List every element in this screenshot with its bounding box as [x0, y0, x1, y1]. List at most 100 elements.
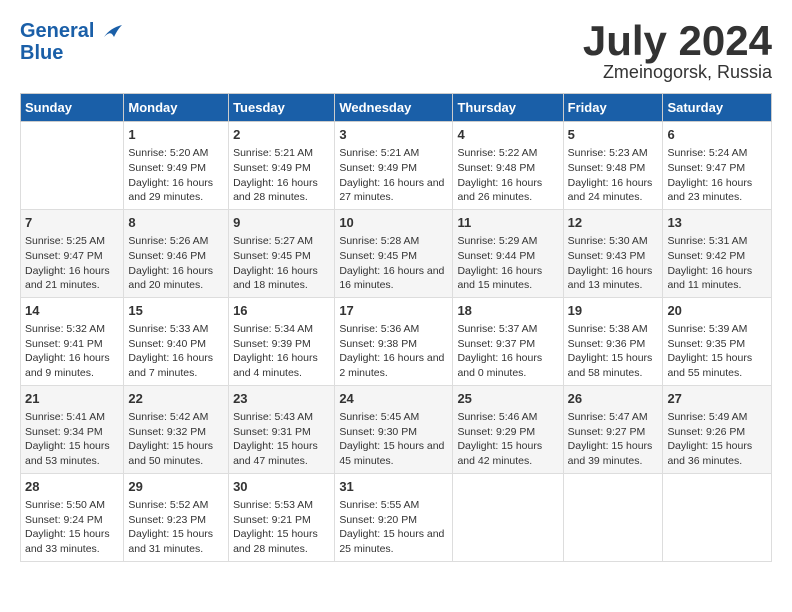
calendar-day-cell: 1 Sunrise: 5:20 AMSunset: 9:49 PMDayligh… [124, 122, 229, 210]
day-number: 10 [339, 214, 448, 232]
calendar-day-cell: 15 Sunrise: 5:33 AMSunset: 9:40 PMDaylig… [124, 297, 229, 385]
header-cell: Monday [124, 94, 229, 122]
day-info: Sunrise: 5:26 AMSunset: 9:46 PMDaylight:… [128, 234, 224, 293]
day-number: 5 [568, 126, 659, 144]
day-number: 27 [667, 390, 767, 408]
day-info: Sunrise: 5:24 AMSunset: 9:47 PMDaylight:… [667, 146, 767, 205]
day-number: 17 [339, 302, 448, 320]
day-number: 13 [667, 214, 767, 232]
day-number: 30 [233, 478, 330, 496]
day-number: 28 [25, 478, 119, 496]
day-info: Sunrise: 5:43 AMSunset: 9:31 PMDaylight:… [233, 410, 330, 469]
day-number: 23 [233, 390, 330, 408]
day-number: 11 [457, 214, 558, 232]
day-number: 4 [457, 126, 558, 144]
day-number: 31 [339, 478, 448, 496]
day-number: 6 [667, 126, 767, 144]
logo-subtext: Blue [20, 42, 124, 64]
header-cell: Saturday [663, 94, 772, 122]
page-header: General Blue July 2024 Zmeinogorsk, Russ… [20, 20, 772, 83]
day-info: Sunrise: 5:28 AMSunset: 9:45 PMDaylight:… [339, 234, 448, 293]
day-info: Sunrise: 5:31 AMSunset: 9:42 PMDaylight:… [667, 234, 767, 293]
calendar-day-cell [21, 122, 124, 210]
day-info: Sunrise: 5:55 AMSunset: 9:20 PMDaylight:… [339, 498, 448, 557]
location-title: Zmeinogorsk, Russia [583, 62, 772, 83]
day-info: Sunrise: 5:25 AMSunset: 9:47 PMDaylight:… [25, 234, 119, 293]
day-info: Sunrise: 5:36 AMSunset: 9:38 PMDaylight:… [339, 322, 448, 381]
calendar-day-cell: 4 Sunrise: 5:22 AMSunset: 9:48 PMDayligh… [453, 122, 563, 210]
day-number: 14 [25, 302, 119, 320]
calendar-day-cell: 23 Sunrise: 5:43 AMSunset: 9:31 PMDaylig… [229, 385, 335, 473]
day-info: Sunrise: 5:39 AMSunset: 9:35 PMDaylight:… [667, 322, 767, 381]
header-cell: Friday [563, 94, 663, 122]
calendar-day-cell: 9 Sunrise: 5:27 AMSunset: 9:45 PMDayligh… [229, 209, 335, 297]
day-number: 20 [667, 302, 767, 320]
calendar-day-cell: 2 Sunrise: 5:21 AMSunset: 9:49 PMDayligh… [229, 122, 335, 210]
day-info: Sunrise: 5:23 AMSunset: 9:48 PMDaylight:… [568, 146, 659, 205]
day-number: 18 [457, 302, 558, 320]
day-number: 8 [128, 214, 224, 232]
calendar-day-cell: 19 Sunrise: 5:38 AMSunset: 9:36 PMDaylig… [563, 297, 663, 385]
calendar-day-cell: 14 Sunrise: 5:32 AMSunset: 9:41 PMDaylig… [21, 297, 124, 385]
day-info: Sunrise: 5:38 AMSunset: 9:36 PMDaylight:… [568, 322, 659, 381]
calendar-day-cell: 13 Sunrise: 5:31 AMSunset: 9:42 PMDaylig… [663, 209, 772, 297]
calendar-week-row: 21 Sunrise: 5:41 AMSunset: 9:34 PMDaylig… [21, 385, 772, 473]
day-number: 1 [128, 126, 224, 144]
header-row: SundayMondayTuesdayWednesdayThursdayFrid… [21, 94, 772, 122]
calendar-day-cell: 20 Sunrise: 5:39 AMSunset: 9:35 PMDaylig… [663, 297, 772, 385]
calendar-week-row: 7 Sunrise: 5:25 AMSunset: 9:47 PMDayligh… [21, 209, 772, 297]
calendar-day-cell [453, 473, 563, 561]
day-info: Sunrise: 5:49 AMSunset: 9:26 PMDaylight:… [667, 410, 767, 469]
calendar-day-cell: 6 Sunrise: 5:24 AMSunset: 9:47 PMDayligh… [663, 122, 772, 210]
day-number: 24 [339, 390, 448, 408]
day-info: Sunrise: 5:20 AMSunset: 9:49 PMDaylight:… [128, 146, 224, 205]
day-info: Sunrise: 5:22 AMSunset: 9:48 PMDaylight:… [457, 146, 558, 205]
calendar-day-cell: 17 Sunrise: 5:36 AMSunset: 9:38 PMDaylig… [335, 297, 453, 385]
day-number: 7 [25, 214, 119, 232]
calendar-week-row: 1 Sunrise: 5:20 AMSunset: 9:49 PMDayligh… [21, 122, 772, 210]
calendar-week-row: 14 Sunrise: 5:32 AMSunset: 9:41 PMDaylig… [21, 297, 772, 385]
day-number: 2 [233, 126, 330, 144]
calendar-day-cell: 11 Sunrise: 5:29 AMSunset: 9:44 PMDaylig… [453, 209, 563, 297]
calendar-day-cell: 27 Sunrise: 5:49 AMSunset: 9:26 PMDaylig… [663, 385, 772, 473]
calendar-day-cell: 25 Sunrise: 5:46 AMSunset: 9:29 PMDaylig… [453, 385, 563, 473]
day-info: Sunrise: 5:21 AMSunset: 9:49 PMDaylight:… [233, 146, 330, 205]
day-number: 12 [568, 214, 659, 232]
day-info: Sunrise: 5:27 AMSunset: 9:45 PMDaylight:… [233, 234, 330, 293]
day-number: 21 [25, 390, 119, 408]
header-cell: Tuesday [229, 94, 335, 122]
calendar-day-cell: 8 Sunrise: 5:26 AMSunset: 9:46 PMDayligh… [124, 209, 229, 297]
calendar-week-row: 28 Sunrise: 5:50 AMSunset: 9:24 PMDaylig… [21, 473, 772, 561]
day-number: 15 [128, 302, 224, 320]
calendar-day-cell: 18 Sunrise: 5:37 AMSunset: 9:37 PMDaylig… [453, 297, 563, 385]
day-number: 22 [128, 390, 224, 408]
day-info: Sunrise: 5:45 AMSunset: 9:30 PMDaylight:… [339, 410, 448, 469]
day-number: 16 [233, 302, 330, 320]
day-number: 3 [339, 126, 448, 144]
header-cell: Wednesday [335, 94, 453, 122]
day-info: Sunrise: 5:21 AMSunset: 9:49 PMDaylight:… [339, 146, 448, 205]
month-title: July 2024 [583, 20, 772, 62]
day-info: Sunrise: 5:42 AMSunset: 9:32 PMDaylight:… [128, 410, 224, 469]
calendar-day-cell: 30 Sunrise: 5:53 AMSunset: 9:21 PMDaylig… [229, 473, 335, 561]
day-info: Sunrise: 5:32 AMSunset: 9:41 PMDaylight:… [25, 322, 119, 381]
calendar-day-cell: 7 Sunrise: 5:25 AMSunset: 9:47 PMDayligh… [21, 209, 124, 297]
day-info: Sunrise: 5:53 AMSunset: 9:21 PMDaylight:… [233, 498, 330, 557]
calendar-header: SundayMondayTuesdayWednesdayThursdayFrid… [21, 94, 772, 122]
calendar-day-cell [663, 473, 772, 561]
day-info: Sunrise: 5:41 AMSunset: 9:34 PMDaylight:… [25, 410, 119, 469]
header-cell: Sunday [21, 94, 124, 122]
calendar-day-cell: 29 Sunrise: 5:52 AMSunset: 9:23 PMDaylig… [124, 473, 229, 561]
day-info: Sunrise: 5:33 AMSunset: 9:40 PMDaylight:… [128, 322, 224, 381]
day-info: Sunrise: 5:50 AMSunset: 9:24 PMDaylight:… [25, 498, 119, 557]
day-number: 29 [128, 478, 224, 496]
title-section: July 2024 Zmeinogorsk, Russia [583, 20, 772, 83]
calendar-day-cell: 22 Sunrise: 5:42 AMSunset: 9:32 PMDaylig… [124, 385, 229, 473]
day-info: Sunrise: 5:46 AMSunset: 9:29 PMDaylight:… [457, 410, 558, 469]
day-info: Sunrise: 5:52 AMSunset: 9:23 PMDaylight:… [128, 498, 224, 557]
day-number: 19 [568, 302, 659, 320]
calendar-day-cell: 28 Sunrise: 5:50 AMSunset: 9:24 PMDaylig… [21, 473, 124, 561]
logo-bird-icon [102, 23, 124, 41]
calendar-table: SundayMondayTuesdayWednesdayThursdayFrid… [20, 93, 772, 562]
calendar-day-cell: 5 Sunrise: 5:23 AMSunset: 9:48 PMDayligh… [563, 122, 663, 210]
